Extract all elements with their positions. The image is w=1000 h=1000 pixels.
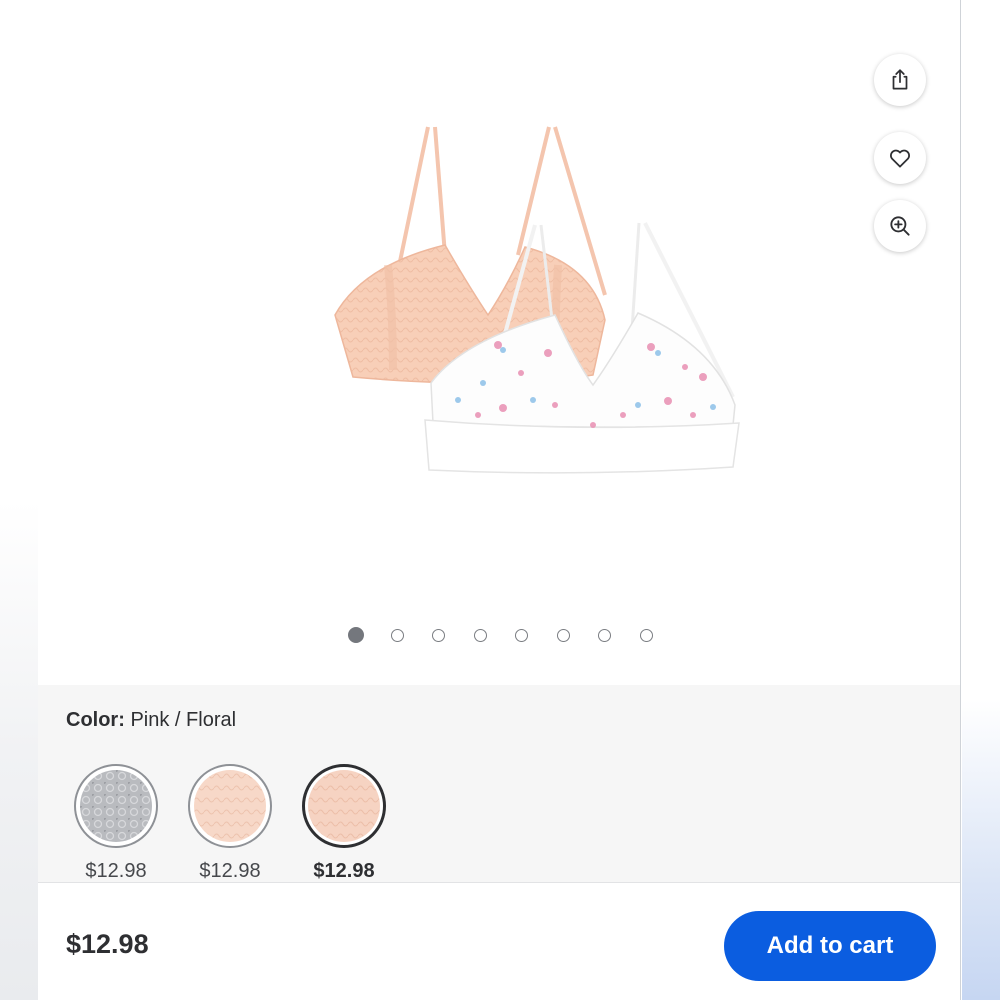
pagination-dot[interactable] [557, 629, 570, 642]
zoom-in-icon [890, 216, 910, 236]
pagination-dot[interactable] [432, 629, 445, 642]
add-to-cart-button[interactable]: Add to cart [724, 911, 936, 981]
color-swatch[interactable] [74, 764, 158, 848]
swatch-image-pink-floral [308, 770, 380, 842]
swatch-image-gray-lace [80, 770, 152, 842]
pagination-dot[interactable] [391, 629, 404, 642]
pagination-dot[interactable] [640, 629, 653, 642]
swatch-image-pink-knit [194, 770, 266, 842]
pagination-dot[interactable] [598, 629, 611, 642]
color-value: Pink / Floral [130, 709, 237, 731]
product-image [334, 126, 740, 474]
color-swatch[interactable] [302, 764, 386, 848]
favorite-button[interactable] [874, 132, 926, 184]
swatch-price: $12.98 [313, 860, 375, 882]
swatch-price: $12.98 [85, 860, 147, 882]
product-panel: Color: Pink / Floral $12.98 $12.98 $12.9… [38, 0, 961, 1000]
share-button[interactable] [874, 54, 926, 106]
right-background [962, 0, 1000, 1000]
pagination-dot[interactable] [474, 629, 487, 642]
share-icon [892, 69, 908, 90]
heart-icon [890, 149, 910, 168]
sticky-purchase-bar: $12.98 Add to cart [38, 883, 960, 1000]
color-swatch-option-selected[interactable]: $12.98 [289, 764, 399, 883]
left-background [0, 0, 38, 1000]
price: $12.98 [66, 929, 149, 959]
color-selection-label: Color: Pink / Floral [66, 709, 236, 732]
pagination-dot[interactable] [515, 629, 528, 642]
color-swatch[interactable] [188, 764, 272, 848]
zoom-button[interactable] [874, 200, 926, 252]
color-swatch-option[interactable]: $12.98 [61, 764, 171, 883]
color-variant-section: Color: Pink / Floral $12.98 $12.98 $12.9… [38, 685, 960, 883]
pagination-dot[interactable] [348, 627, 364, 643]
color-label: Color: [66, 709, 125, 731]
color-swatch-option[interactable]: $12.98 [175, 764, 285, 883]
product-image-gallery[interactable] [38, 0, 960, 685]
image-pagination [38, 627, 960, 647]
swatch-price: $12.98 [199, 860, 261, 882]
